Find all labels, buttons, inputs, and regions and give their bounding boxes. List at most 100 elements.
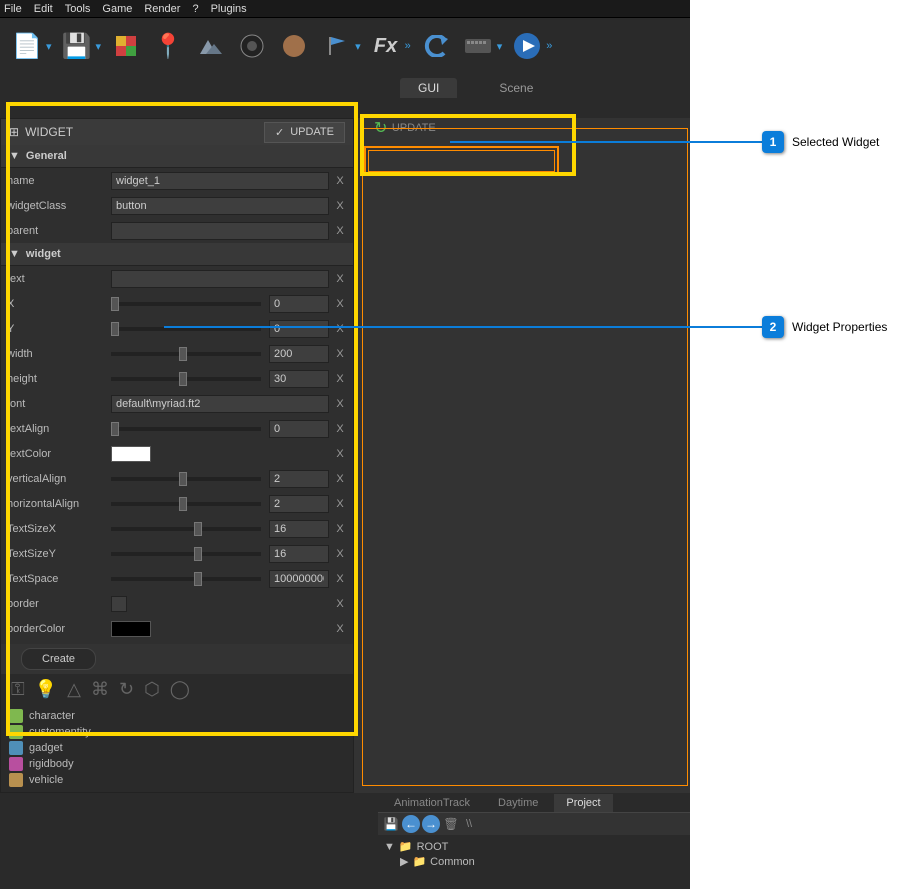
prop-name-input[interactable] <box>111 172 329 190</box>
clear-icon[interactable]: X <box>333 175 347 187</box>
update-button[interactable]: ✓UPDATE <box>264 122 345 143</box>
clear-icon[interactable]: X <box>333 323 347 335</box>
tab-scene[interactable]: Scene <box>481 78 551 98</box>
prop-width-slider[interactable] <box>111 352 265 356</box>
menu-game[interactable]: Game <box>102 3 132 15</box>
tab-animationtrack[interactable]: AnimationTrack <box>382 794 482 812</box>
entity-item[interactable]: gadget <box>5 740 349 756</box>
menu-tools[interactable]: Tools <box>65 3 91 15</box>
menu-help[interactable]: ? <box>192 3 198 15</box>
prop-TextSizeX-value[interactable] <box>269 520 329 538</box>
prop-borderColor-swatch[interactable] <box>111 621 151 637</box>
mountain-icon[interactable] <box>193 29 227 63</box>
prop-Y-value[interactable] <box>269 320 329 338</box>
proj-fwd-icon[interactable]: → <box>422 815 440 833</box>
menu-render[interactable]: Render <box>144 3 180 15</box>
prop-label: borderColor <box>7 623 107 635</box>
clear-icon[interactable]: X <box>333 225 347 237</box>
sphere-icon[interactable] <box>277 29 311 63</box>
prop-X-value[interactable] <box>269 295 329 313</box>
proj-delete-icon[interactable]: 🗑 <box>442 815 460 833</box>
prop-text-input[interactable] <box>111 270 329 288</box>
keyboard-icon[interactable] <box>461 29 495 63</box>
prop-width-value[interactable] <box>269 345 329 363</box>
menu-edit[interactable]: Edit <box>34 3 53 15</box>
callout-badge-2: 2 <box>762 316 784 338</box>
prop-parent-input[interactable] <box>111 222 329 240</box>
prop-height-slider[interactable] <box>111 377 265 381</box>
clear-icon[interactable]: X <box>333 348 347 360</box>
clear-icon[interactable]: X <box>333 373 347 385</box>
clear-icon[interactable]: X <box>333 448 347 460</box>
prop-TextSpace-value[interactable] <box>269 570 329 588</box>
prop-widgetClass-input[interactable] <box>111 197 329 215</box>
selected-widget-preview[interactable] <box>364 146 559 176</box>
triangle-icon[interactable]: △ <box>67 679 81 700</box>
tab-daytime[interactable]: Daytime <box>486 794 550 812</box>
tab-gui[interactable]: GUI <box>400 78 457 98</box>
create-button[interactable]: Create <box>21 648 96 670</box>
clear-icon[interactable]: X <box>333 473 347 485</box>
cube-icon[interactable] <box>109 29 143 63</box>
circle-icon[interactable]: ◯ <box>170 679 190 700</box>
prop-X-slider[interactable] <box>111 302 265 306</box>
new-icon[interactable]: 📄 <box>10 29 44 63</box>
prop-border-checkbox[interactable] <box>111 596 127 612</box>
tab-project[interactable]: Project <box>554 794 612 812</box>
clear-icon[interactable]: X <box>333 573 347 585</box>
refresh-small-icon[interactable]: ↻ <box>374 118 387 138</box>
entity-item[interactable]: vehicle <box>5 772 349 788</box>
save-icon[interactable]: 💾 <box>60 29 94 63</box>
prop-horizontalAlign-value[interactable] <box>269 495 329 513</box>
clear-icon[interactable]: X <box>333 623 347 635</box>
clear-icon[interactable]: X <box>333 200 347 212</box>
refresh-icon[interactable]: ↻ <box>119 679 134 700</box>
entity-item[interactable]: customentity <box>5 724 349 740</box>
prop-height-value[interactable] <box>269 370 329 388</box>
wheel-icon[interactable] <box>235 29 269 63</box>
prop-textAlign-slider[interactable] <box>111 427 265 431</box>
clear-icon[interactable]: X <box>333 523 347 535</box>
prop-TextSizeY-slider[interactable] <box>111 552 265 556</box>
clear-icon[interactable]: X <box>333 598 347 610</box>
clear-icon[interactable]: X <box>333 273 347 285</box>
callout-line-2 <box>164 326 762 328</box>
play-icon[interactable] <box>510 29 544 63</box>
section-widget[interactable]: ▼widget <box>1 243 353 266</box>
prop-horizontalAlign-slider[interactable] <box>111 502 265 506</box>
viewport[interactable]: ↻ UPDATE <box>354 118 690 793</box>
menu-file[interactable]: File <box>4 3 22 15</box>
prop-TextSizeY-value[interactable] <box>269 545 329 563</box>
undo-icon[interactable] <box>419 29 453 63</box>
fx-icon[interactable]: Fx <box>369 29 403 63</box>
prop-label: text <box>7 273 107 285</box>
bulb-icon[interactable]: 💡 <box>35 679 57 700</box>
prop-verticalAlign-slider[interactable] <box>111 477 265 481</box>
link-icon[interactable]: ⌘ <box>91 679 109 700</box>
clear-icon[interactable]: X <box>333 498 347 510</box>
prop-TextSizeX-slider[interactable] <box>111 527 265 531</box>
view-tabs: GUI Scene <box>0 76 690 98</box>
proj-save-icon[interactable]: 💾 <box>382 815 400 833</box>
pin-icon[interactable]: 📍 <box>151 29 185 63</box>
prop-textColor-swatch[interactable] <box>111 446 151 462</box>
prop-TextSpace-slider[interactable] <box>111 577 265 581</box>
clear-icon[interactable]: X <box>333 298 347 310</box>
prop-textAlign-value[interactable] <box>269 420 329 438</box>
flag-icon[interactable] <box>319 29 353 63</box>
project-tree[interactable]: ▼📁ROOT ▶📁Common <box>378 835 690 873</box>
properties-panel: ⊞ WIDGET ✓UPDATE ▼General name XwidgetCl… <box>0 118 354 793</box>
clear-icon[interactable]: X <box>333 398 347 410</box>
proj-back-icon[interactable]: ← <box>402 815 420 833</box>
prop-font-input[interactable] <box>111 395 329 413</box>
clear-icon[interactable]: X <box>333 548 347 560</box>
section-general[interactable]: ▼General <box>1 145 353 168</box>
menu-plugins[interactable]: Plugins <box>211 3 247 15</box>
entity-item[interactable]: character <box>5 708 349 724</box>
entity-icon <box>9 709 23 723</box>
clear-icon[interactable]: X <box>333 423 347 435</box>
key-icon[interactable]: ⚿ <box>11 679 25 700</box>
entity-item[interactable]: rigidbody <box>5 756 349 772</box>
prop-verticalAlign-value[interactable] <box>269 470 329 488</box>
hex-icon[interactable]: ⬡ <box>144 679 160 700</box>
